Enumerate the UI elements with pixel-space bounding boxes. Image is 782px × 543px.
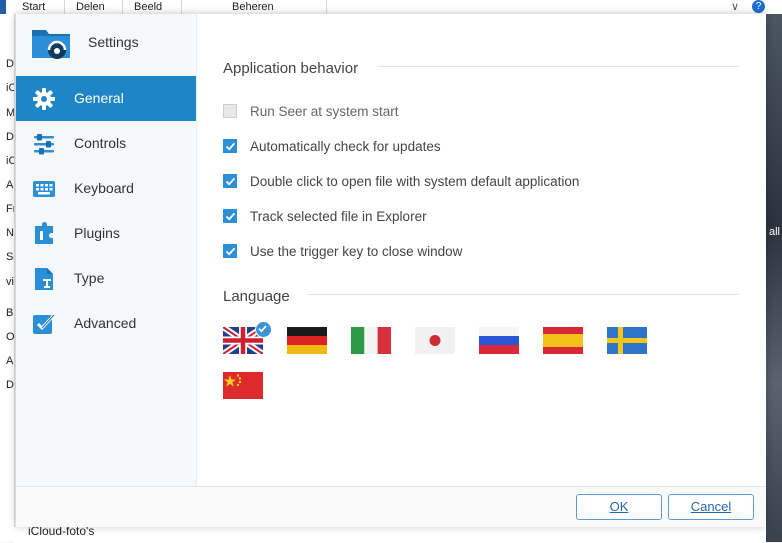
dialog-footer: OK Cancel [16, 486, 766, 527]
language-swedish[interactable] [607, 327, 647, 354]
nav-fragment: Bur [6, 307, 14, 319]
sidebar-item-label: Advanced [74, 315, 137, 331]
nav-fragment: vi [6, 276, 14, 288]
sliders-icon [34, 134, 54, 155]
language-spanish[interactable] [543, 327, 583, 354]
germany-flag-icon [287, 327, 327, 354]
ok-button[interactable]: OK [576, 494, 662, 520]
nav-fragment: Sc [6, 251, 14, 263]
ribbon-tab-beheren[interactable]: Beheren [232, 1, 274, 13]
settings-content: Application behavior Run Seer at system … [197, 14, 766, 486]
checkmark-icon [225, 247, 236, 256]
keyboard-icon [33, 181, 55, 197]
sidebar-item-advanced[interactable]: Advanced [16, 301, 196, 346]
language-german[interactable] [287, 327, 327, 354]
section-divider [307, 294, 739, 295]
option-label: Double click to open file with system de… [250, 174, 580, 189]
option-label: Track selected file in Explorer [250, 209, 427, 224]
background-text-fragment: all [769, 226, 781, 238]
sweden-flag-icon [607, 327, 647, 354]
sidebar-item-controls[interactable]: Controls [16, 121, 196, 166]
language-russian[interactable] [479, 327, 519, 354]
sidebar-item-label: Keyboard [74, 180, 134, 196]
japan-flag-icon [415, 327, 455, 354]
checkbox[interactable] [223, 174, 237, 188]
settings-title: Settings [88, 34, 139, 50]
ribbon-tab-delen[interactable]: Delen [76, 1, 105, 13]
checkbox[interactable] [223, 139, 237, 153]
explorer-status-row: iCloud-foto's [14, 524, 766, 543]
nav-fragment: D [6, 58, 14, 70]
sidebar-item-label: Type [74, 270, 105, 286]
app-logo-icon [32, 30, 70, 59]
checkbox[interactable] [223, 244, 237, 258]
nav-fragment: A [6, 355, 14, 367]
nav-fragment: Fr [6, 203, 14, 215]
china-flag-icon [223, 372, 263, 399]
nav-fragment: D [6, 131, 14, 143]
chevron-down-icon[interactable]: ∨ [731, 0, 739, 13]
ribbon-tab-start[interactable]: Start [22, 1, 45, 13]
sidebar-item-general[interactable]: General [16, 76, 196, 121]
sidebar-item-label: Plugins [74, 225, 120, 241]
checkmark-icon [225, 212, 236, 221]
nav-fragment: A [6, 179, 14, 191]
checkbox[interactable] [223, 209, 237, 223]
spain-flag-icon [543, 327, 583, 354]
desktop-background: all [766, 14, 782, 542]
checkmark-icon [225, 177, 236, 186]
puzzle-icon [35, 222, 53, 244]
checkbox-icon [33, 313, 56, 334]
option-label: Automatically check for updates [250, 139, 441, 154]
nav-fragment: iC [6, 82, 14, 94]
language-italian[interactable] [351, 327, 391, 354]
explorer-ribbon: Start Delen Beeld Beheren ∨ ? [0, 0, 782, 15]
gear-icon [33, 88, 55, 110]
language-english[interactable] [223, 321, 272, 354]
section-title-behavior: Application behavior [223, 60, 359, 77]
selected-check-icon [255, 321, 272, 338]
section-title-language: Language [223, 288, 290, 305]
sidebar-item-label: Controls [74, 135, 127, 151]
sidebar-item-label: General [74, 90, 124, 106]
ribbon-divider [181, 0, 182, 14]
settings-dialog: Settings General Controls Keyboard Plugi… [16, 14, 766, 527]
language-chinese[interactable] [223, 372, 263, 399]
section-divider [377, 66, 739, 67]
nav-fragment: N [6, 227, 14, 239]
option-label: Run Seer at system start [250, 104, 399, 119]
cancel-button[interactable]: Cancel [668, 494, 754, 520]
ribbon-divider [64, 0, 65, 14]
sidebar-item-keyboard[interactable]: Keyboard [16, 166, 196, 211]
help-icon[interactable]: ? [752, 0, 765, 13]
nav-fragment: iC [6, 155, 14, 167]
explorer-nav-pane: D iC M D iC A Fr N Sc vi Bur O A D [0, 14, 15, 542]
sidebar-item-plugins[interactable]: Plugins [16, 211, 196, 256]
settings-sidebar: Settings General Controls Keyboard Plugi… [16, 14, 197, 486]
checkmark-icon [225, 142, 236, 151]
nav-fragment: O [6, 331, 15, 343]
sidebar-header: Settings [16, 14, 196, 70]
italy-flag-icon [351, 327, 391, 354]
russia-flag-icon [479, 327, 519, 354]
sidebar-item-type[interactable]: Type [16, 256, 196, 301]
checkbox[interactable] [223, 104, 237, 118]
ribbon-divider [122, 0, 123, 14]
language-japanese[interactable] [415, 327, 455, 354]
ribbon-divider [326, 0, 327, 14]
nav-fragment: M [6, 107, 15, 119]
nav-fragment: D [6, 379, 14, 391]
option-label: Use the trigger key to close window [250, 244, 463, 259]
ribbon-tab-beeld[interactable]: Beeld [134, 1, 162, 13]
file-type-icon [35, 268, 53, 290]
